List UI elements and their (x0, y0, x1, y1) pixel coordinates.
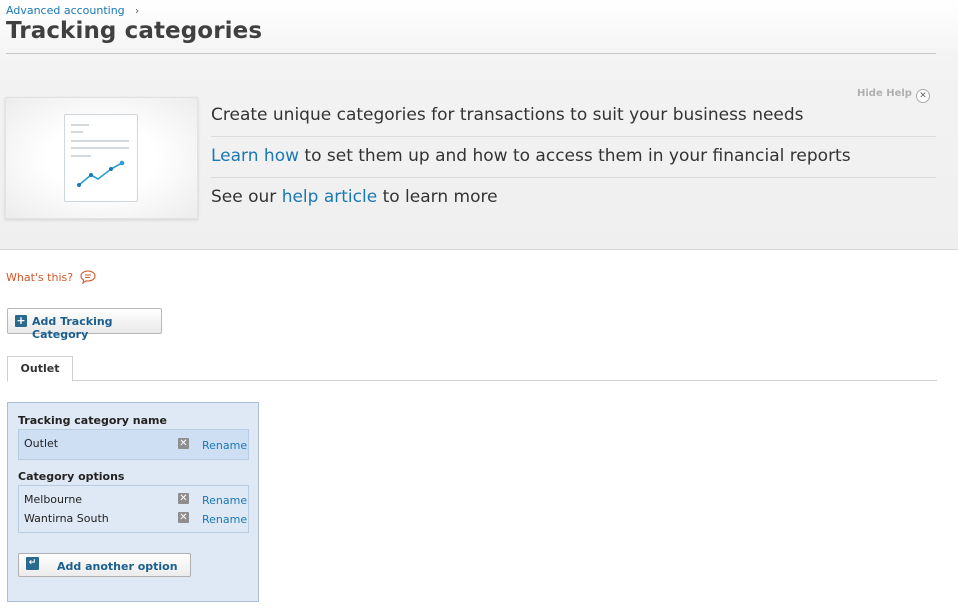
page-title: Tracking categories (6, 18, 263, 44)
help-line-learn: Learn how to set them up and how to acce… (211, 137, 936, 178)
title-divider (6, 53, 936, 54)
category-name-label: Tracking category name (18, 414, 167, 427)
category-options-box: Melbourne ✕ Rename Wantirna South ✕ Rena… (18, 485, 249, 533)
help-line-article: See our help article to learn more (211, 178, 936, 218)
add-another-option-button[interactable]: ↵ Add another option (18, 553, 191, 577)
delete-icon[interactable]: ✕ (178, 438, 189, 449)
learn-how-link[interactable]: Learn how (211, 146, 299, 166)
list-item: Wantirna South ✕ Rename (19, 509, 248, 528)
category-name-row: Outlet ✕ Rename (19, 430, 248, 459)
delete-icon[interactable]: ✕ (178, 493, 189, 504)
trend-chart-icon (71, 124, 129, 187)
rename-option-link[interactable]: Rename (202, 494, 247, 507)
chevron-right-icon: › (135, 6, 140, 17)
category-name-value: Outlet (24, 437, 59, 450)
add-tracking-category-button[interactable]: + Add Tracking Category (7, 308, 162, 341)
speech-bubble-icon (80, 270, 96, 287)
option-name: Wantirna South (24, 512, 109, 525)
help-line-article-pre: See our (211, 187, 282, 207)
breadcrumb-advanced-accounting[interactable]: Advanced accounting (6, 4, 125, 17)
tab-outlet[interactable]: Outlet (7, 356, 73, 382)
add-another-option-label: Add another option (57, 560, 178, 573)
tabs-divider (7, 380, 937, 381)
list-item: Melbourne ✕ Rename (19, 490, 248, 509)
report-document-icon (64, 114, 138, 202)
report-illustration (5, 97, 198, 219)
help-line-learn-text: to set them up and how to access them in… (299, 146, 851, 166)
rename-category-link[interactable]: Rename (202, 439, 247, 452)
help-line-article-post: to learn more (377, 187, 498, 207)
delete-icon[interactable]: ✕ (178, 512, 189, 523)
breadcrumb: Advanced accounting › (6, 4, 139, 17)
add-tracking-category-label: Add Tracking Category (32, 315, 113, 341)
option-name: Melbourne (24, 493, 83, 506)
tracking-category-panel: Tracking category name Outlet ✕ Rename C… (7, 402, 259, 602)
category-name-box: Outlet ✕ Rename (18, 429, 249, 460)
whats-this-link[interactable]: What's this? (6, 270, 96, 287)
whats-this-label: What's this? (6, 271, 74, 284)
help-article-link[interactable]: help article (282, 187, 377, 207)
help-line-create-text: Create unique categories for transaction… (211, 105, 804, 125)
rename-option-link[interactable]: Rename (202, 513, 247, 526)
return-arrow-icon: ↵ (26, 557, 39, 570)
help-text: Create unique categories for transaction… (211, 96, 936, 218)
plus-icon: + (15, 314, 27, 327)
help-line-create: Create unique categories for transaction… (211, 96, 936, 137)
category-options-label: Category options (18, 470, 125, 483)
